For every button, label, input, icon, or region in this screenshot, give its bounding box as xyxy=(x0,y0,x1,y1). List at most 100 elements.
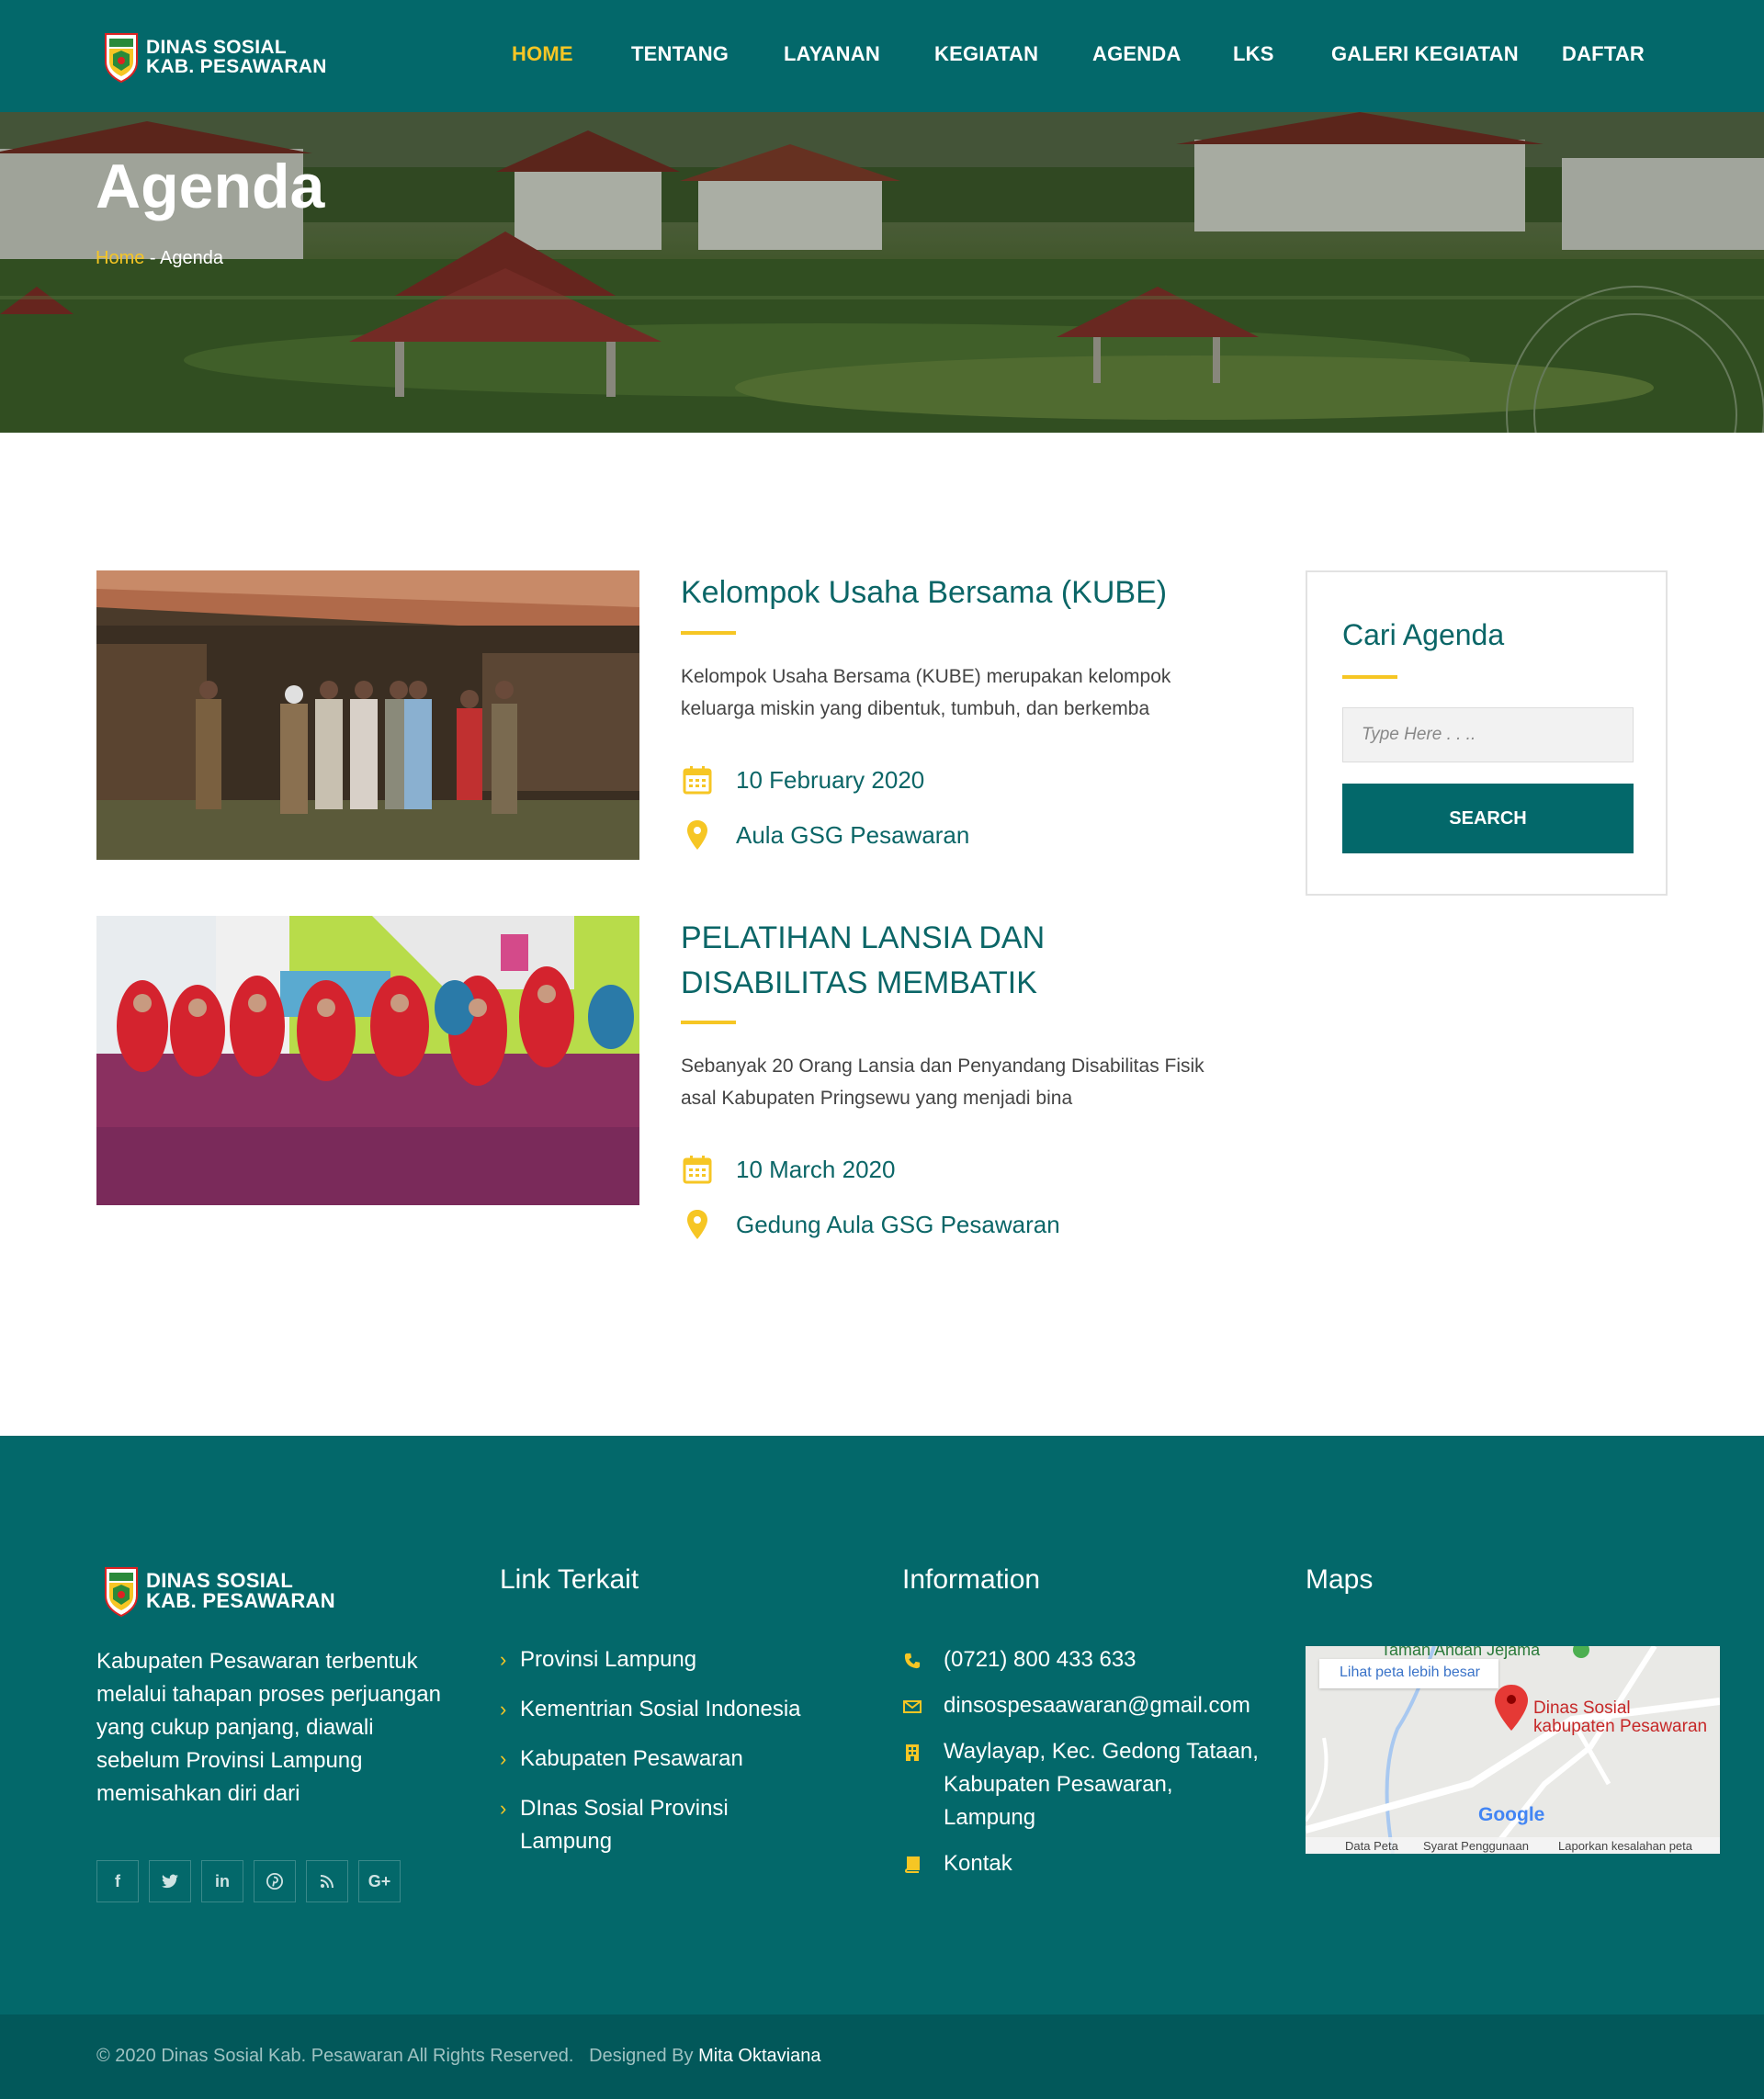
agenda-image[interactable] xyxy=(96,570,639,860)
designer-link[interactable]: Mita Oktaviana xyxy=(698,2046,820,2066)
agenda-date: 10 March 2020 xyxy=(681,1153,895,1186)
related-links: › Provinsi Lampung › Kementrian Sosial Ind… xyxy=(500,1643,831,1875)
info-address-text: Waylayap, Kec. Gedong Tataan, Kabupaten … xyxy=(944,1739,1259,1830)
view-larger-map-link[interactable]: Lihat peta lebih besar xyxy=(1319,1659,1498,1688)
envelope-icon xyxy=(902,1697,922,1717)
link-label[interactable]: Kementrian Sosial Indonesia xyxy=(520,1697,801,1721)
rss-icon[interactable] xyxy=(306,1860,348,1902)
search-input[interactable] xyxy=(1342,707,1634,762)
copyright-text: © 2020 Dinas Sosial Kab. Pesawaran All R… xyxy=(96,2046,820,2067)
link-item[interactable]: › Provinsi Lampung xyxy=(500,1643,831,1676)
agenda-description: Kelompok Usaha Bersama (KUBE) merupakan … xyxy=(681,666,1171,719)
link-item[interactable]: › Kementrian Sosial Indonesia xyxy=(500,1693,831,1726)
agenda-description: Sebanyak 20 Orang Lansia dan Penyandang … xyxy=(681,1055,1204,1109)
google-plus-icon[interactable]: G+ xyxy=(358,1860,401,1902)
breadcrumb-current: Agenda xyxy=(160,248,223,268)
search-widget: Cari Agenda SEARCH xyxy=(1306,570,1668,896)
nav-tentang[interactable]: TENTANG xyxy=(631,42,729,66)
chevron-right-icon: › xyxy=(500,1747,507,1770)
breadcrumb-home-link[interactable]: Home xyxy=(96,248,144,268)
agenda-title-underline xyxy=(681,631,736,635)
phone-icon xyxy=(902,1651,922,1671)
logo-shield-icon xyxy=(104,1564,139,1618)
contact-info: (0721) 800 433 633 dinsospesaawaran@gmai… xyxy=(902,1643,1270,1893)
nav-home[interactable]: HOME xyxy=(512,42,573,66)
info-contact[interactable]: Kontak xyxy=(902,1847,1270,1880)
link-label[interactable]: Provinsi Lampung xyxy=(520,1647,696,1672)
breadcrumb-separator: - xyxy=(144,248,161,268)
nav-lks[interactable]: LKS xyxy=(1233,42,1274,66)
nav-daftar[interactable]: DAFTAR xyxy=(1562,42,1645,66)
facebook-icon[interactable]: f xyxy=(96,1860,139,1902)
agenda-date-text: 10 February 2020 xyxy=(736,765,925,794)
logo-line-2: KAB. PESAWARAN xyxy=(146,1589,335,1612)
calendar-icon xyxy=(681,1153,714,1186)
agenda-item: PELATIHAN LANSIA DAN DISABILITAS MEMBATI… xyxy=(96,916,1236,1256)
map-report-link[interactable]: Laporkan kesalahan peta xyxy=(1558,1839,1692,1853)
map-pin-label: Dinas Sosial kabupaten Pesawaran xyxy=(1533,1699,1707,1736)
footer-about-text: Kabupaten Pesawaran terbentuk melalui ta… xyxy=(96,1649,441,1806)
agenda-image[interactable] xyxy=(96,916,639,1205)
agenda-title[interactable]: PELATIHAN LANSIA DAN DISABILITAS MEMBATI… xyxy=(681,916,1232,1006)
copyright-bar: © 2020 Dinas Sosial Kab. Pesawaran All R… xyxy=(0,2014,1764,2099)
building-icon xyxy=(902,1743,922,1763)
book-icon xyxy=(902,1855,922,1875)
agenda-date-text: 10 March 2020 xyxy=(736,1155,896,1183)
chevron-right-icon: › xyxy=(500,1797,507,1820)
logo-line-1: DINAS SOSIAL xyxy=(146,1569,294,1592)
hero-banner: Agenda Home - Agenda xyxy=(0,112,1764,433)
embedded-map[interactable]: Taman Andan Jejama Lihat peta lebih besa… xyxy=(1306,1646,1720,1854)
chevron-right-icon: › xyxy=(500,1648,507,1671)
map-pin-icon xyxy=(681,1208,714,1241)
nav-agenda[interactable]: AGENDA xyxy=(1092,42,1182,66)
map-data-link[interactable]: Data Peta xyxy=(1345,1839,1398,1853)
map-pin-icon xyxy=(681,818,714,852)
logo-text: DINAS SOSIAL KAB. PESAWARAN xyxy=(146,1571,335,1611)
information-title: Information xyxy=(902,1564,1041,1595)
search-button[interactable]: SEARCH xyxy=(1342,784,1634,853)
page-title: Agenda xyxy=(96,152,325,221)
agenda-location: Aula GSG Pesawaran xyxy=(681,818,969,852)
info-email-text[interactable]: dinsospesaawaran@gmail.com xyxy=(944,1693,1250,1718)
links-title: Link Terkait xyxy=(500,1564,639,1595)
breadcrumb: Home - Agenda xyxy=(96,248,223,269)
agenda-location-text: Gedung Aula GSG Pesawaran xyxy=(736,1210,1060,1238)
map-footer-bar: Data Peta Syarat Penggunaan Laporkan kes… xyxy=(1306,1837,1720,1854)
agenda-location: Gedung Aula GSG Pesawaran xyxy=(681,1208,1060,1241)
site-footer: DINAS SOSIAL KAB. PESAWARAN Kabupaten Pe… xyxy=(0,1436,1764,2014)
map-pin-label-line-2: kabupaten Pesawaran xyxy=(1533,1717,1708,1736)
copyright-label: © 2020 Dinas Sosial Kab. Pesawaran All R… xyxy=(96,2046,699,2066)
link-item[interactable]: › DInas Sosial Provinsi Lampung xyxy=(500,1792,729,1858)
info-contact-link[interactable]: Kontak xyxy=(944,1851,1012,1876)
link-label[interactable]: DInas Sosial Provinsi Lampung xyxy=(520,1796,729,1854)
calendar-icon xyxy=(681,763,714,796)
info-address: Waylayap, Kec. Gedong Tataan, Kabupaten … xyxy=(902,1735,1270,1834)
nav-kegiatan[interactable]: KEGIATAN xyxy=(934,42,1038,66)
agenda-item: Kelompok Usaha Bersama (KUBE) Kelompok U… xyxy=(96,570,1236,874)
social-links: f in G+ xyxy=(96,1860,401,1902)
map-place-label: Taman Andan Jejama xyxy=(1381,1646,1541,1659)
agenda-title[interactable]: Kelompok Usaha Bersama (KUBE) xyxy=(681,570,1167,615)
main-nav: HOME TENTANG LAYANAN KEGIATAN AGENDA LKS… xyxy=(0,42,1764,70)
agenda-date: 10 February 2020 xyxy=(681,763,924,796)
agenda-title-underline xyxy=(681,1021,736,1024)
maps-title: Maps xyxy=(1306,1564,1374,1595)
pinterest-icon[interactable] xyxy=(254,1860,296,1902)
chevron-right-icon: › xyxy=(500,1698,507,1721)
linkedin-icon[interactable]: in xyxy=(201,1860,243,1902)
twitter-icon[interactable] xyxy=(149,1860,191,1902)
link-item[interactable]: › Kabupaten Pesawaran xyxy=(500,1743,831,1776)
info-phone: (0721) 800 433 633 xyxy=(902,1643,1270,1676)
site-header: DINAS SOSIAL KAB. PESAWARAN HOME TENTANG… xyxy=(0,0,1764,112)
info-email: dinsospesaawaran@gmail.com xyxy=(902,1689,1270,1722)
nav-layanan[interactable]: LAYANAN xyxy=(784,42,880,66)
map-pin-label-line-1: Dinas Sosial xyxy=(1533,1698,1631,1718)
map-terms-link[interactable]: Syarat Penggunaan xyxy=(1423,1839,1529,1853)
search-widget-underline xyxy=(1342,675,1397,679)
agenda-location-text: Aula GSG Pesawaran xyxy=(736,820,970,849)
footer-logo[interactable]: DINAS SOSIAL KAB. PESAWARAN xyxy=(104,1564,335,1618)
link-label[interactable]: Kabupaten Pesawaran xyxy=(520,1746,743,1771)
nav-galeri-kegiatan[interactable]: GALERI KEGIATAN xyxy=(1331,42,1519,66)
info-phone-text: (0721) 800 433 633 xyxy=(944,1647,1136,1672)
google-logo: Google xyxy=(1478,1804,1545,1825)
